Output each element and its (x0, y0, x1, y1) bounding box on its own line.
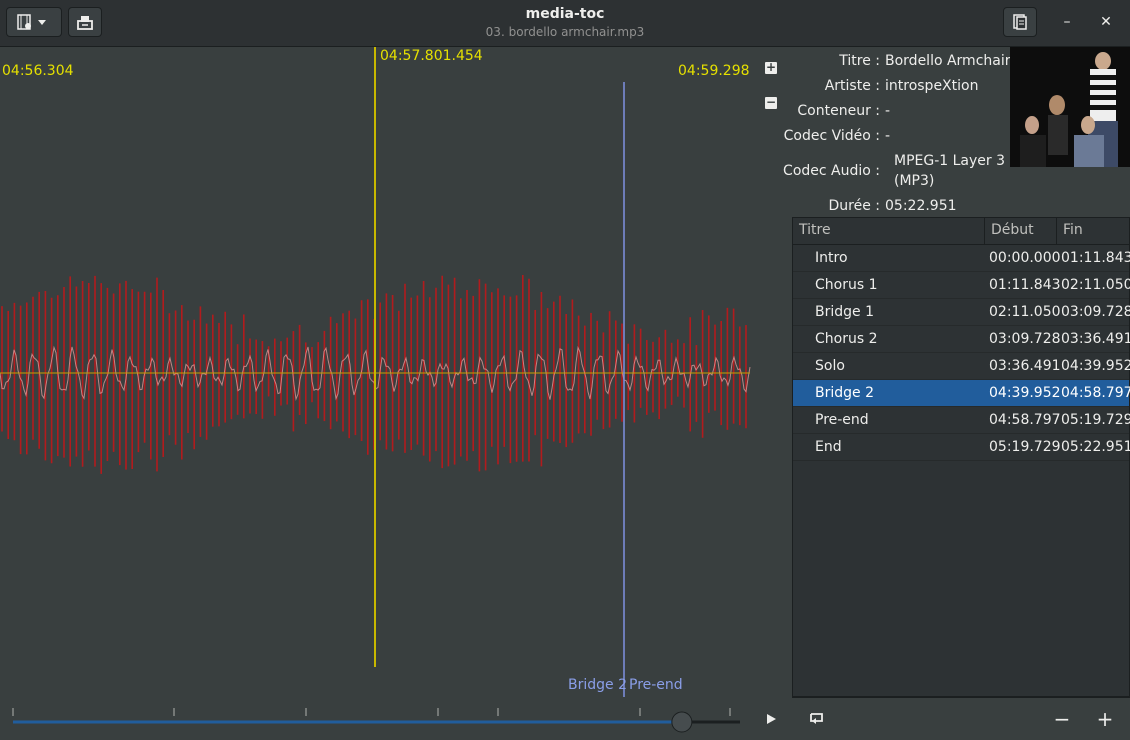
chapter-end-cell: 01:11.843 (1061, 250, 1130, 266)
chapter-start-cell: 00:00.000 (989, 250, 1061, 266)
window-title: media-toc (525, 6, 605, 22)
repeat-button[interactable] (805, 707, 829, 731)
chapter-end-cell: 05:22.951 (1061, 439, 1130, 455)
chapter-title-cell: End (815, 439, 842, 455)
info-audio-codec-value-line1: MPEG-1 Layer 3 (894, 153, 1006, 169)
table-row[interactable]: Chorus 1 01:11.843 02:11.050 (793, 272, 1130, 299)
close-button[interactable]: ✕ (1093, 9, 1119, 35)
play-button[interactable] (759, 707, 783, 731)
window-subtitle: 03. bordello armchair.mp3 (485, 25, 645, 39)
info-audio-codec-value-line2: (MP3) (894, 173, 935, 189)
seek-bar-ticks (12, 708, 731, 716)
table-row[interactable]: Bridge 1 02:11.050 03:09.728 (793, 299, 1130, 326)
waveform-start-time: 04:56.304 (2, 63, 74, 79)
info-duration-value: 05:22.951 (885, 198, 957, 214)
plus-icon: + (765, 60, 777, 74)
chapter-start-cell: 02:11.050 (989, 304, 1061, 320)
chapter-end-cell: 04:39.952 (1061, 358, 1130, 374)
table-row[interactable]: Chorus 2 03:09.728 03:36.491 (793, 326, 1130, 353)
repeat-icon (810, 713, 823, 724)
info-artist-label: Artiste : (824, 78, 880, 94)
chapter-start-cell: 04:39.952 (989, 385, 1061, 401)
add-chapter-button[interactable]: + (1093, 707, 1117, 731)
waveform-end-time: 04:59.298 (678, 63, 750, 79)
zoom-out-button[interactable]: − (765, 95, 777, 109)
table-row[interactable]: Pre-end 04:58.797 05:19.729 (793, 407, 1130, 434)
info-container-label: Conteneur : (797, 103, 880, 119)
chapter-label-pre-end: Pre-end (629, 677, 683, 693)
column-header-title[interactable]: Titre (793, 218, 985, 244)
info-title-label: Titre : (839, 53, 880, 69)
info-video-codec-label: Codec Vidéo : (783, 128, 880, 144)
chapters-table-header: Titre Début Fin (793, 218, 1129, 245)
info-duration-label: Durée : (828, 198, 881, 214)
chapter-title-cell: Chorus 1 (815, 277, 878, 293)
table-row[interactable]: Intro 00:00.000 01:11.843 (793, 245, 1130, 272)
column-header-start[interactable]: Début (985, 218, 1057, 244)
minimize-icon: – (1063, 14, 1071, 30)
remove-chapter-button[interactable]: − (1050, 707, 1074, 731)
column-header-end[interactable]: Fin (1057, 218, 1129, 244)
header-bar: media-toc 03. bordello armchair.mp3 – ✕ (0, 0, 1130, 47)
chapter-title-cell: Bridge 2 (815, 385, 874, 401)
waveform-cursor-time: 04:57.801.454 (380, 48, 483, 64)
chapter-title-cell: Bridge 1 (815, 304, 874, 320)
chapter-end-cell: 04:58.797 (1061, 385, 1130, 401)
info-artist-value: introspeXtion (885, 78, 979, 94)
chapter-end-cell: 03:09.728 (1061, 304, 1130, 320)
table-row[interactable]: Bridge 2 04:39.952 04:58.797 (793, 380, 1130, 407)
table-row[interactable]: Solo 03:36.491 04:39.952 (793, 353, 1130, 380)
chapter-title-cell: Pre-end (815, 412, 869, 428)
chapters-table: Titre Début Fin Intro 00:00.000 01:11.843 C… (792, 217, 1130, 697)
waveform-plot[interactable] (0, 47, 752, 697)
album-art-photo (1010, 47, 1130, 167)
chapter-start-cell: 03:36.491 (989, 358, 1061, 374)
seek-handle[interactable] (671, 711, 693, 733)
info-title-value: Bordello Armchair (885, 53, 1011, 69)
minus-icon: − (765, 95, 777, 109)
chapter-start-cell: 03:09.728 (989, 331, 1061, 347)
chapter-label-bridge-2: Bridge 2 (568, 677, 627, 693)
zoom-in-button[interactable]: + (765, 60, 777, 74)
table-row[interactable]: End 05:19.729 05:22.951 (793, 434, 1130, 461)
plus-icon: + (1096, 707, 1114, 731)
minimize-button[interactable]: – (1054, 9, 1080, 35)
chapter-title-cell: Solo (815, 358, 845, 374)
playback-controls: − + (0, 697, 1130, 740)
minus-icon: − (1053, 707, 1071, 731)
info-container-value: - (885, 103, 891, 119)
chapter-title-cell: Intro (815, 250, 848, 266)
chapter-start-cell: 04:58.797 (989, 412, 1061, 428)
info-toggle-button[interactable] (1003, 7, 1037, 37)
album-art-image (1010, 47, 1130, 167)
chapter-end-cell: 02:11.050 (1061, 277, 1130, 293)
chapter-start-cell: 01:11.843 (989, 277, 1061, 293)
info-video-codec-value: - (885, 128, 891, 144)
info-audio-codec-label: Codec Audio : (783, 163, 880, 179)
seek-bar[interactable] (0, 697, 760, 740)
chapter-end-cell: 03:36.491 (1061, 331, 1130, 347)
info-toggle-icon (1013, 14, 1027, 30)
chapter-end-cell: 05:19.729 (1061, 412, 1130, 428)
chapter-start-cell: 05:19.729 (989, 439, 1061, 455)
chapter-title-cell: Chorus 2 (815, 331, 878, 347)
chapter-controls: − + (792, 697, 1130, 740)
close-icon: ✕ (1100, 14, 1112, 30)
play-icon (767, 714, 776, 724)
waveform-area[interactable]: 04:56.304 04:57.801.454 04:59.298 Bridge… (0, 47, 752, 697)
